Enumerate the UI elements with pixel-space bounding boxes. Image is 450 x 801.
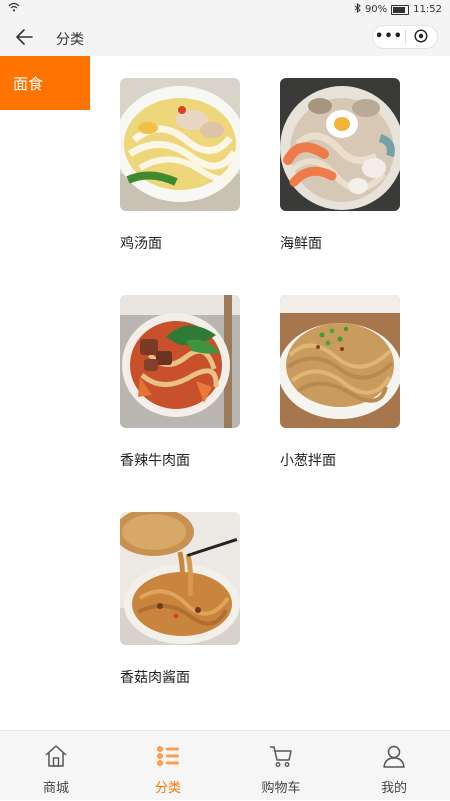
tab-mall[interactable]: 商城 — [0, 731, 112, 801]
nav-bar: 分类 ••• — [0, 18, 450, 56]
tab-category[interactable]: 分类 — [112, 731, 224, 801]
tab-cart[interactable]: 购物车 — [225, 731, 337, 801]
product-image-seafood-noodles — [280, 78, 400, 211]
wifi-icon — [8, 2, 20, 15]
bluetooth-icon — [354, 2, 361, 16]
product-grid: 鸡汤面 海鲜面 香辣牛肉面 小葱拌面 香菇肉酱面 — [90, 56, 450, 730]
more-button[interactable]: ••• — [373, 26, 405, 48]
mini-program-capsule: ••• — [372, 25, 438, 49]
back-button[interactable] — [12, 24, 38, 50]
home-icon — [43, 743, 69, 769]
close-button[interactable] — [406, 28, 437, 47]
product-image-mushroom-meat-sauce-noodles — [120, 512, 240, 645]
product-name: 海鲜面 — [280, 236, 322, 252]
category-icon — [155, 743, 181, 769]
tab-label: 我的 — [380, 781, 407, 796]
product-card[interactable]: 海鲜面 — [250, 78, 400, 253]
arrow-left-icon — [12, 29, 38, 54]
product-card[interactable]: 香菇肉酱面 — [90, 512, 240, 687]
bottom-tab-bar: 商城 分类 购物车 我的 — [0, 730, 450, 800]
product-name: 香辣牛肉面 — [120, 453, 190, 469]
user-icon — [381, 743, 407, 769]
battery-percent: 90% — [364, 4, 388, 15]
cart-icon — [268, 743, 294, 769]
tab-label: 购物车 — [261, 781, 301, 796]
product-image-chicken-soup-noodles — [120, 78, 240, 211]
product-name: 鸡汤面 — [120, 236, 162, 252]
product-image-scallion-noodles — [280, 295, 400, 428]
clock: 11:52 — [413, 4, 442, 15]
category-sidebar: 面食 — [0, 56, 90, 730]
tab-label: 商城 — [42, 781, 69, 796]
sidebar-item-noodles[interactable]: 面食 — [0, 56, 90, 110]
product-card[interactable]: 小葱拌面 — [250, 295, 400, 470]
product-name: 小葱拌面 — [280, 453, 336, 469]
product-card[interactable]: 鸡汤面 — [90, 78, 240, 253]
product-image-spicy-beef-noodles — [120, 295, 240, 428]
product-card[interactable]: 香辣牛肉面 — [90, 295, 240, 470]
status-bar: 90% 11:52 — [0, 0, 450, 18]
page-title: 分类 — [56, 32, 84, 48]
tab-mine[interactable]: 我的 — [338, 731, 450, 801]
tab-label: 分类 — [154, 781, 181, 796]
product-name: 香菇肉酱面 — [120, 670, 190, 686]
close-circle-icon — [414, 28, 428, 47]
battery-icon — [391, 4, 410, 15]
